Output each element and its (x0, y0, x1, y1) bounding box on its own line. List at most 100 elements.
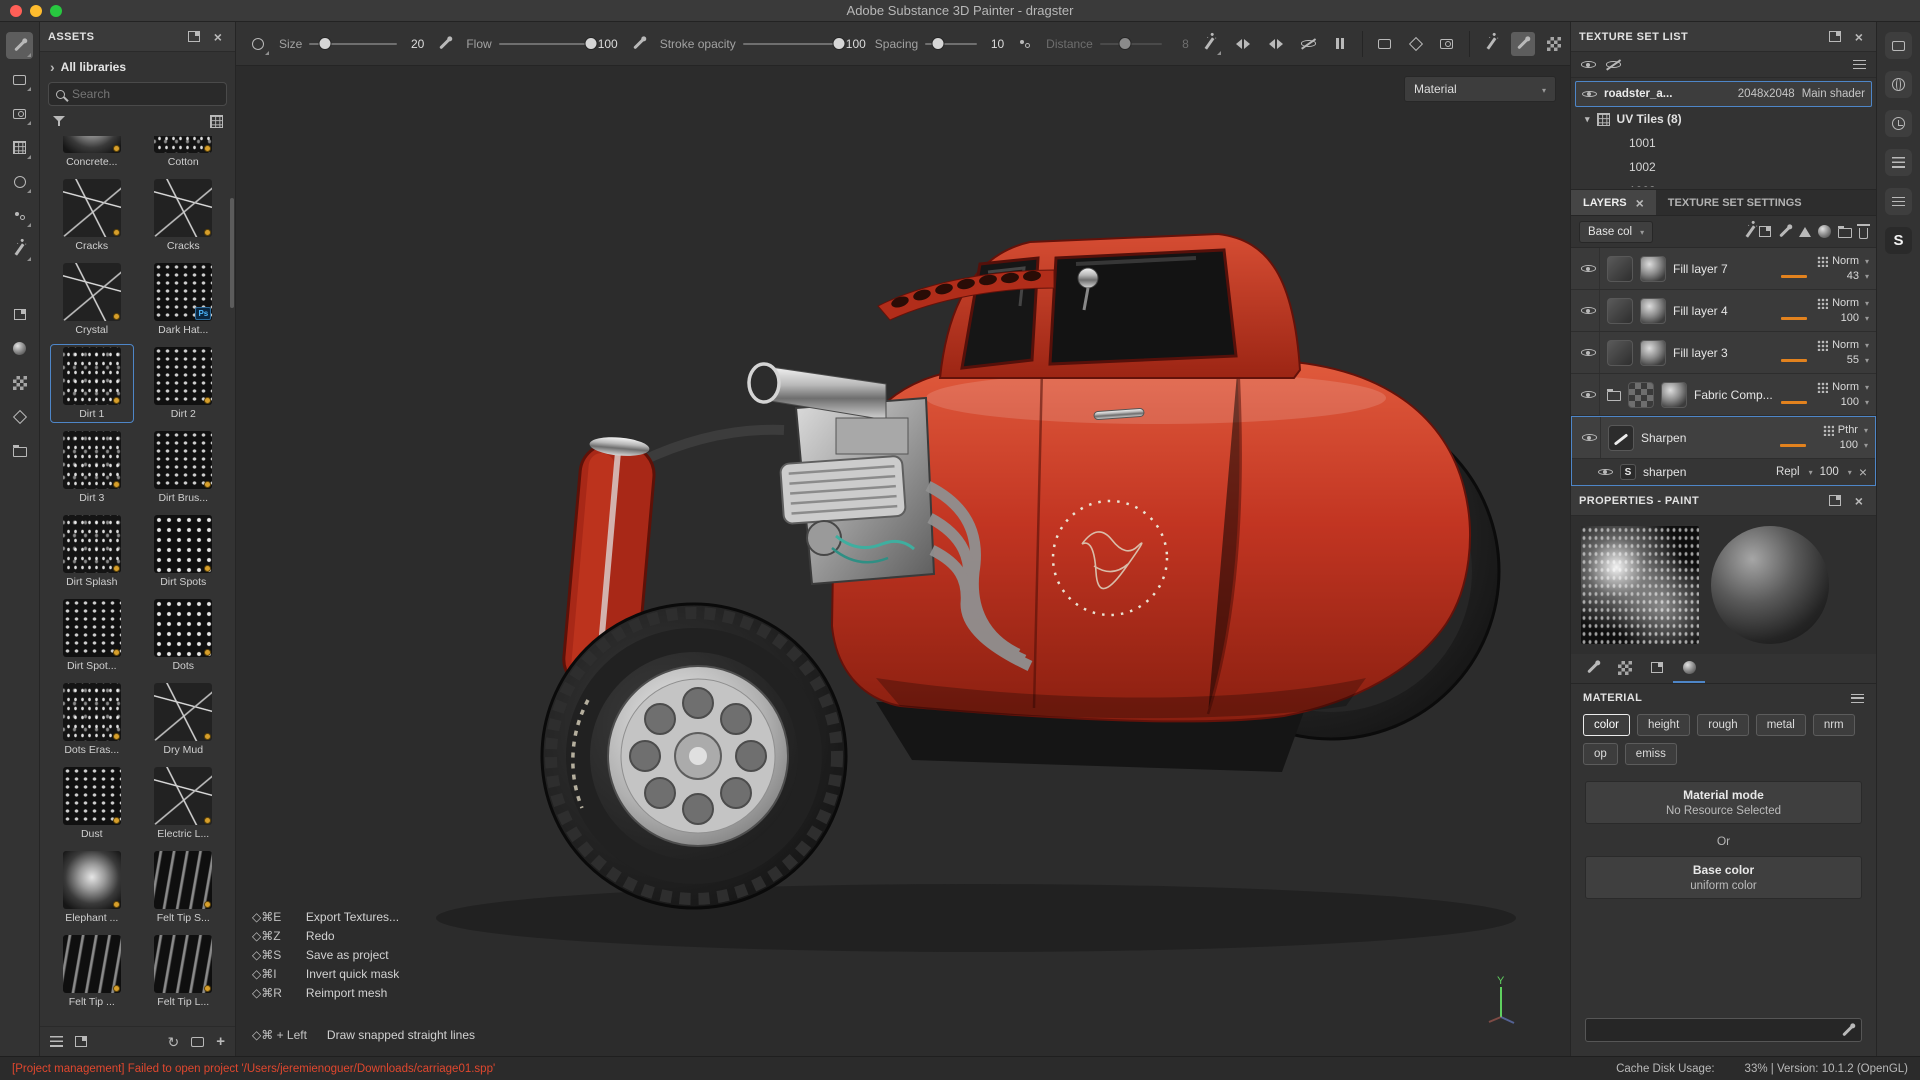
tab-alpha[interactable] (1609, 654, 1641, 683)
asset-item[interactable]: Concrete... (50, 136, 134, 171)
polygon-fill-tool[interactable] (6, 134, 33, 161)
details-view-icon[interactable] (75, 1036, 87, 1047)
delete-layer-icon[interactable] (1859, 228, 1868, 239)
tab-material[interactable] (1673, 654, 1705, 683)
channel-chip-metal[interactable]: metal (1756, 714, 1806, 736)
flow-slider[interactable] (499, 43, 591, 45)
channel-chip-op[interactable]: op (1583, 743, 1618, 765)
uv-tile[interactable]: 1002 (1571, 155, 1876, 179)
tab-brush[interactable] (1577, 654, 1609, 683)
asset-item[interactable]: Cotton (142, 136, 226, 171)
asset-item[interactable]: Felt Tip L... (142, 932, 226, 1011)
asset-item[interactable]: Dirt 3 (50, 428, 134, 507)
assets-scrollbar[interactable] (230, 198, 234, 308)
asset-item[interactable]: Dirt Spots (142, 512, 226, 591)
add-effect-icon[interactable] (1746, 225, 1756, 237)
visibility-eye-icon[interactable] (1581, 346, 1596, 360)
add-folder-icon[interactable] (1838, 228, 1852, 238)
texture-set-menu-icon[interactable] (1853, 60, 1866, 69)
eraser-tool[interactable] (6, 66, 33, 93)
opacity-select[interactable]: 55 (1847, 354, 1859, 366)
blend-grid-icon[interactable] (1817, 256, 1828, 267)
asset-item[interactable]: Elephant ... (50, 848, 134, 927)
size-pressure-icon[interactable] (433, 32, 457, 56)
add-paint-layer-icon[interactable] (1779, 226, 1791, 238)
visibility-eye-icon[interactable] (1582, 431, 1597, 445)
quick-mask-icon[interactable] (6, 369, 33, 396)
blend-grid-icon[interactable] (1817, 382, 1828, 393)
uv-tile[interactable]: 1001 (1571, 131, 1876, 155)
effect-blend-select[interactable]: Repl (1776, 466, 1800, 478)
layer-mask-thumbnail[interactable] (1607, 256, 1633, 282)
channel-chip-emiss[interactable]: emiss (1625, 743, 1677, 765)
blend-mode-select[interactable]: Norm (1832, 339, 1859, 351)
asset-item[interactable]: Dust (50, 764, 134, 843)
asset-item-selected[interactable]: Dirt 1 (50, 344, 134, 423)
layer-row[interactable]: Fill layer 3 Norm 55 (1571, 332, 1876, 374)
paint-tool[interactable] (6, 32, 33, 59)
layer-thumbnail[interactable] (1640, 256, 1666, 282)
shader-settings-icon[interactable] (1885, 71, 1912, 98)
asset-item[interactable]: Dots Eras... (50, 680, 134, 759)
layer-thumbnail[interactable] (1608, 425, 1634, 451)
uv-tiles-row[interactable]: UV Tiles (8) (1571, 107, 1876, 131)
asset-item[interactable]: Cracks (50, 176, 134, 255)
layer-row[interactable]: Fill layer 7 Norm 43 (1571, 248, 1876, 290)
asset-item[interactable]: Dirt Brus... (142, 428, 226, 507)
history-icon[interactable] (1885, 110, 1912, 137)
import-resources-icon[interactable] (191, 1037, 204, 1047)
add-fill-layer-icon[interactable] (1799, 227, 1811, 237)
filter-funnel-icon[interactable] (50, 112, 68, 130)
layer-row-folder[interactable]: Fabric Comp... Norm 100 (1571, 374, 1876, 416)
opacity-select[interactable]: 100 (1841, 396, 1859, 408)
asset-item[interactable]: Dirt Spot... (50, 596, 134, 675)
undock-panel-icon[interactable] (1826, 492, 1844, 510)
asset-item[interactable]: Felt Tip ... (50, 932, 134, 1011)
material-mode-button[interactable]: Material mode No Resource Selected (1585, 781, 1862, 824)
visibility-eye-icon[interactable] (1582, 87, 1597, 101)
viewport-material-selector[interactable]: Material (1404, 76, 1556, 102)
material-menu-icon[interactable] (1851, 694, 1864, 703)
axis-gizmo[interactable]: Y (1478, 973, 1524, 1032)
asset-item[interactable]: Felt Tip S... (142, 848, 226, 927)
hide-ui-eye-icon[interactable] (1297, 32, 1321, 56)
visibility-eye-icon[interactable] (1581, 388, 1596, 402)
layer-mask-thumbnail[interactable] (1607, 340, 1633, 366)
close-window-button[interactable] (10, 5, 22, 17)
blend-mode-select[interactable]: Norm (1832, 381, 1859, 393)
brush-preset-icon[interactable] (246, 32, 270, 56)
add-asset-icon[interactable] (216, 1034, 225, 1049)
camera-settings-icon[interactable] (1435, 32, 1459, 56)
asset-item[interactable]: PsDark Hat... (142, 260, 226, 339)
resources-icon[interactable] (6, 437, 33, 464)
display-settings-icon[interactable] (1373, 32, 1397, 56)
close-tab-icon[interactable] (1636, 196, 1644, 210)
channel-filter-select[interactable]: Base col (1579, 221, 1653, 243)
blend-mode-select[interactable]: Pthr (1838, 424, 1858, 436)
texture-set-row-selected[interactable]: roadster_a... 2048x2048 Main shader (1575, 81, 1872, 107)
spacing-dot-icon[interactable] (1013, 32, 1037, 56)
smudge-tool[interactable] (6, 168, 33, 195)
material-picker-tool[interactable] (6, 236, 33, 263)
asset-item[interactable]: Dirt 2 (142, 344, 226, 423)
tab-layers[interactable]: LAYERS (1571, 190, 1656, 215)
close-panel-icon[interactable] (1850, 492, 1868, 510)
channel-chip-nrm[interactable]: nrm (1813, 714, 1855, 736)
visibility-eye-icon[interactable] (1581, 262, 1596, 276)
alpha-preview[interactable] (1581, 526, 1699, 644)
display-settings-icon[interactable] (1885, 32, 1912, 59)
color-picker-icon[interactable] (1542, 32, 1566, 56)
close-panel-icon[interactable] (209, 28, 227, 46)
channel-chip-color[interactable]: color (1583, 714, 1630, 736)
blend-grid-icon[interactable] (1823, 425, 1834, 436)
layer-thumbnail[interactable] (1640, 298, 1666, 324)
layer-row[interactable]: Fill layer 4 Norm 100 (1571, 290, 1876, 332)
add-mask-icon[interactable] (1759, 226, 1771, 237)
clone-tool[interactable] (6, 202, 33, 229)
bake-icon[interactable] (6, 335, 33, 362)
asset-item[interactable]: Dry Mud (142, 680, 226, 759)
stencil-icon[interactable] (1480, 32, 1504, 56)
layer-thumbnail[interactable] (1661, 382, 1687, 408)
undock-panel-icon[interactable] (1826, 28, 1844, 46)
toggle-visibility-icon[interactable] (1581, 58, 1596, 72)
